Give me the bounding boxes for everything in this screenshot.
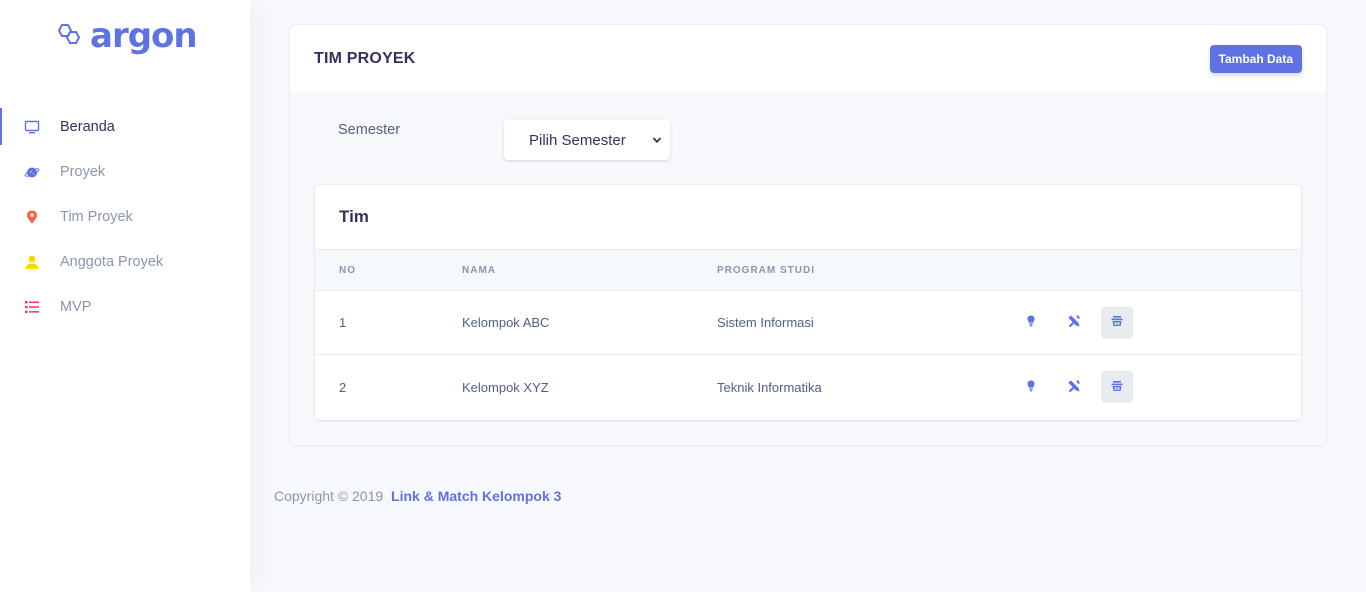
semester-select[interactable]: Pilih Semester [504, 120, 670, 160]
row-no: 1 [339, 315, 347, 330]
brand-logo[interactable]: argon [56, 16, 198, 56]
footer: Copyright © 2019 Link & Match Kelompok 3 [274, 488, 561, 504]
tools-button[interactable] [1058, 371, 1090, 403]
row-actions [1015, 371, 1144, 403]
bulb-icon [1024, 379, 1038, 396]
table-title: Tim [315, 185, 1301, 250]
semester-select-value: Pilih Semester [529, 131, 626, 149]
tools-icon [1067, 314, 1081, 331]
card-header: TIM PROYEK Tambah Data [290, 25, 1326, 93]
bulb-button[interactable] [1015, 307, 1047, 339]
list-icon [24, 299, 40, 315]
monitor-icon [24, 119, 40, 135]
tools-button[interactable] [1058, 307, 1090, 339]
sidebar-item-label: MVP [60, 298, 92, 315]
chevron-down-icon [652, 132, 662, 149]
basket-button[interactable] [1101, 371, 1133, 403]
semester-label: Semester [338, 122, 401, 138]
hexagon-logo-icon [56, 23, 82, 50]
sidebar: argon Beranda Proyek Tim Proyek Anggota … [0, 0, 250, 592]
sidebar-item-anggota-proyek[interactable]: Anggota Proyek [0, 239, 250, 284]
basket-icon [1110, 379, 1124, 396]
row-prodi: Teknik Informatika [717, 379, 822, 395]
brand-name: argon [90, 16, 198, 56]
bulb-icon [1024, 314, 1038, 331]
sidebar-item-label: Tim Proyek [60, 208, 133, 225]
pin-icon [24, 209, 40, 225]
tambah-data-button[interactable]: Tambah Data [1209, 45, 1302, 73]
sidebar-item-label: Proyek [60, 163, 106, 180]
footer-link[interactable]: Link & Match Kelompok 3 [391, 488, 561, 504]
table-header: NO NAMA PROGRAM STUDI [315, 250, 1301, 291]
tim-proyek-card: TIM PROYEK Tambah Data Semester Pilih Se… [290, 25, 1326, 445]
table-row: 1 Kelompok ABC Sistem Informasi [315, 291, 1301, 355]
row-prodi: Sistem Informasi [717, 315, 814, 330]
row-nama: Kelompok ABC [462, 315, 550, 330]
planet-icon [24, 164, 40, 180]
sidebar-item-label: Anggota Proyek [60, 253, 164, 270]
row-nama: Kelompok XYZ [462, 379, 549, 395]
semester-filter: Semester Pilih Semester [290, 93, 1326, 185]
column-header-no: NO [339, 264, 356, 276]
sidebar-nav: Beranda Proyek Tim Proyek Anggota Proyek… [0, 104, 250, 329]
sidebar-item-label: Beranda [60, 118, 115, 135]
user-icon [24, 254, 40, 270]
tools-icon [1067, 379, 1081, 396]
tim-table-card: Tim NO NAMA PROGRAM STUDI 1 Kelompok ABC… [315, 185, 1301, 420]
sidebar-item-mvp[interactable]: MVP [0, 284, 250, 329]
sidebar-item-proyek[interactable]: Proyek [0, 149, 250, 194]
sidebar-item-tim-proyek[interactable]: Tim Proyek [0, 194, 250, 239]
column-header-program-studi: PROGRAM STUDI [717, 264, 815, 276]
sidebar-item-beranda[interactable]: Beranda [0, 104, 250, 149]
page-title: TIM PROYEK [314, 50, 416, 67]
row-no: 2 [339, 379, 347, 395]
copyright-text: Copyright © 2019 [274, 488, 384, 504]
bulb-button[interactable] [1015, 371, 1047, 403]
basket-icon [1110, 314, 1124, 331]
row-actions [1015, 306, 1144, 339]
column-header-nama: NAMA [462, 264, 496, 276]
table-row: 2 Kelompok XYZ Teknik Informatika [315, 355, 1301, 419]
basket-button[interactable] [1101, 306, 1133, 339]
